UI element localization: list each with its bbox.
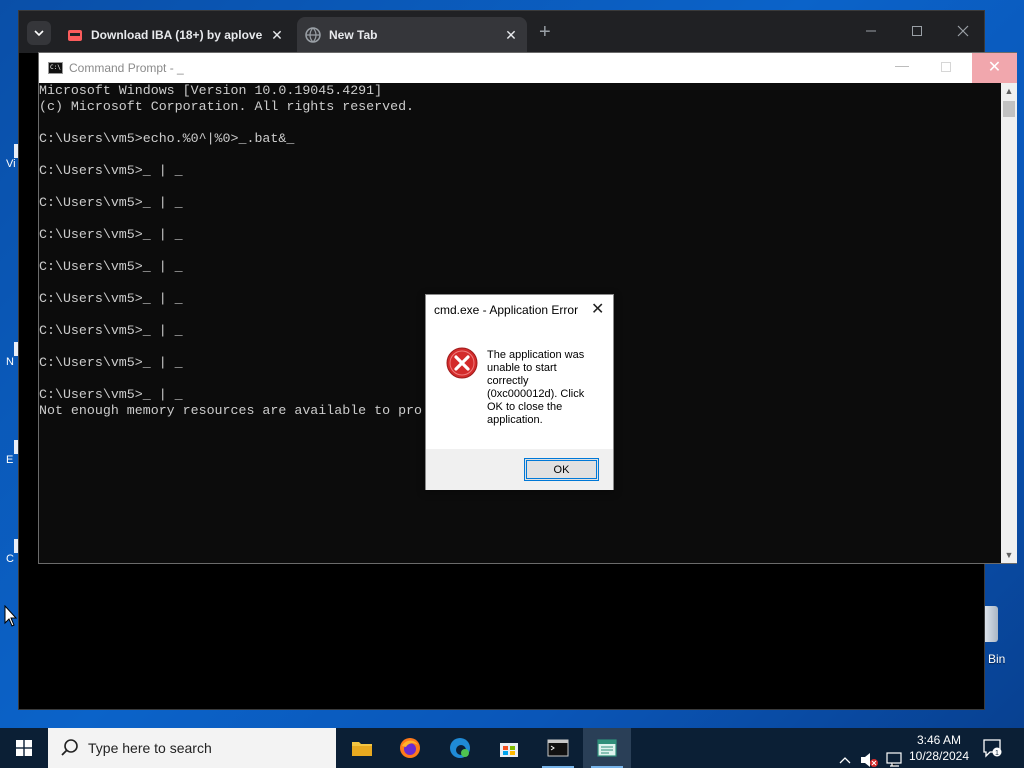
new-tab-button[interactable]: + — [539, 21, 551, 43]
search-icon — [61, 739, 78, 756]
scroll-up-arrow[interactable]: ▲ — [1001, 83, 1017, 99]
tab-title: Download IBA (18+) by aplove — [91, 28, 263, 42]
maximize-icon[interactable] — [911, 25, 923, 37]
search-box[interactable]: Type here to search — [48, 728, 336, 768]
notepad-icon — [597, 739, 617, 757]
command-prompt-icon — [547, 739, 569, 757]
taskbar: Type here to search 3:46 AM 10/28/2024 1 — [0, 728, 1024, 768]
maximize-button[interactable] — [941, 62, 951, 72]
error-icon — [446, 347, 478, 379]
console-line: (c) Microsoft Corporation. All rights re… — [39, 99, 415, 114]
firefox-icon — [400, 738, 420, 758]
taskbar-notepad[interactable] — [583, 728, 631, 768]
taskbar-store[interactable] — [485, 728, 533, 768]
cmd-title: Command Prompt - _ — [69, 61, 184, 75]
dialog-footer: OK — [426, 449, 613, 490]
console-line: C:\Users\vm5>_ | _ — [39, 227, 183, 242]
start-button[interactable] — [0, 728, 48, 768]
close-icon[interactable]: ✕ — [591, 299, 604, 319]
mouse-cursor-icon — [4, 605, 18, 627]
recycle-bin-icon[interactable]: Bin — [984, 602, 1024, 672]
recycle-bin-label: Bin — [988, 652, 1006, 666]
desktop-icon-label: E — [6, 454, 14, 466]
system-clock[interactable]: 3:46 AM 10/28/2024 — [904, 732, 974, 764]
ok-button[interactable]: OK — [524, 458, 599, 481]
scrollbar-thumb[interactable] — [1003, 101, 1015, 117]
tab-strip: Download IBA (18+) by aplove ✕ New Tab ✕… — [19, 11, 984, 53]
chevron-down-icon — [34, 30, 44, 37]
taskbar-file-explorer[interactable] — [338, 728, 386, 768]
console-line: Microsoft Windows [Version 10.0.19045.42… — [39, 83, 383, 98]
minimize-button[interactable]: — — [895, 57, 909, 73]
search-placeholder: Type here to search — [88, 740, 212, 756]
desktop-icon-label: C — [6, 553, 14, 565]
chevron-up-icon[interactable] — [838, 741, 852, 768]
tab-download-iba[interactable]: Download IBA (18+) by aplove ✕ — [59, 17, 293, 53]
edge-icon — [450, 738, 470, 758]
close-tab-icon[interactable]: ✕ — [501, 27, 521, 44]
tab-new-tab[interactable]: New Tab ✕ — [297, 17, 527, 53]
clock-time: 3:46 AM — [916, 733, 962, 747]
close-tab-icon[interactable]: ✕ — [267, 27, 287, 44]
scroll-down-arrow[interactable]: ▼ — [1001, 547, 1017, 563]
error-message: The application was unable to start corr… — [487, 349, 585, 426]
dialog-title: cmd.exe - Application Error — [434, 303, 579, 317]
tab-search-button[interactable] — [27, 21, 51, 45]
speaker-muted-icon[interactable] — [860, 740, 878, 768]
desktop-icon-label: Vi — [6, 158, 16, 170]
tab-title: New Tab — [329, 28, 378, 42]
console-line: C:\Users\vm5>_ | _ — [39, 195, 183, 210]
vertical-scrollbar[interactable]: ▲ ▼ — [1001, 83, 1017, 563]
console-line: C:\Users\vm5>_ | _ — [39, 259, 183, 274]
windows-logo-icon — [16, 740, 32, 756]
cmd-title-bar[interactable]: C:\ Command Prompt - _ — ✕ — [39, 53, 1017, 83]
file-explorer-icon — [352, 742, 372, 756]
console-line: C:\Users\vm5>_ | _ — [39, 163, 183, 178]
globe-icon — [305, 27, 321, 43]
minimize-icon[interactable] — [865, 25, 877, 37]
taskbar-command-prompt[interactable] — [534, 728, 582, 768]
network-icon[interactable] — [886, 740, 904, 768]
store-icon — [500, 743, 518, 757]
close-button[interactable]: ✕ — [972, 53, 1017, 83]
application-error-dialog: cmd.exe - Application Error ✕ The applic… — [425, 294, 614, 490]
close-window-icon[interactable] — [957, 25, 969, 37]
taskbar-edge[interactable] — [436, 728, 484, 768]
notification-icon[interactable]: 1 — [982, 738, 1002, 758]
clock-date: 10/28/2024 — [908, 749, 970, 763]
desktop-icon-label: N — [6, 356, 14, 368]
console-line: C:\Users\vm5>echo.%0^|%0>_.bat&_ — [39, 131, 295, 146]
taskbar-firefox[interactable] — [386, 728, 434, 768]
svg-text:1: 1 — [995, 750, 999, 757]
command-prompt-icon: C:\ — [48, 62, 63, 74]
red-game-icon — [68, 30, 82, 41]
